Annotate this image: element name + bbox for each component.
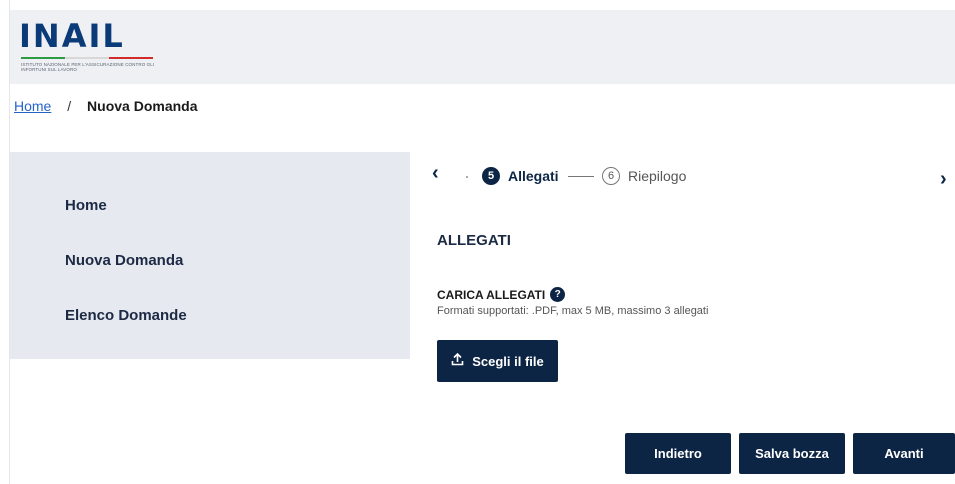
upload-label-text: CARICA ALLEGATI [437, 287, 546, 302]
logo-stripe-red [109, 57, 153, 59]
sidebar-item-elenco-domande[interactable]: Elenco Domande [65, 307, 187, 324]
inail-logo[interactable]: INAIL ISTITUTO NAZIONALE PER L'ASSICURAZ… [19, 18, 159, 78]
logo-stripe-green [21, 57, 65, 59]
stepper: ‹ 5 Allegati 6 Riepilogo › [430, 162, 955, 192]
breadcrumb: Home / Nuova Domanda [14, 98, 198, 114]
step-label: Allegati [508, 168, 559, 184]
choose-file-button[interactable]: Scegli il file [437, 340, 558, 382]
step-number: 5 [482, 167, 500, 185]
help-icon[interactable]: ? [550, 287, 566, 302]
breadcrumb-separator: / [67, 98, 72, 114]
step-allegati[interactable]: 5 Allegati [482, 165, 559, 187]
step-label: Riepilogo [628, 168, 687, 184]
choose-file-label: Scegli il file [472, 353, 544, 369]
logo-subtitle: ISTITUTO NAZIONALE PER L'ASSICURAZIONE C… [21, 62, 155, 72]
step-number: 6 [602, 167, 620, 185]
sidebar-item-home[interactable]: Home [65, 197, 107, 214]
logo-wordmark: INAIL [19, 17, 125, 55]
breadcrumb-current: Nuova Domanda [87, 98, 198, 114]
logo-stripe-white [65, 57, 109, 59]
site-header: INAIL ISTITUTO NAZIONALE PER L'ASSICURAZ… [10, 10, 955, 84]
chevron-left-icon[interactable]: ‹ [432, 162, 439, 185]
step-riepilogo[interactable]: 6 Riepilogo [602, 165, 686, 187]
upload-icon [451, 352, 464, 369]
back-button[interactable]: Indietro [625, 433, 731, 474]
sidebar-item-nuova-domanda[interactable]: Nuova Domanda [65, 252, 183, 269]
page-edge [0, 0, 10, 484]
upload-label: CARICA ALLEGATI ? [437, 287, 566, 302]
sidebar: Home Nuova Domanda Elenco Domande [10, 152, 410, 359]
step-connector [568, 176, 594, 177]
next-button[interactable]: Avanti [853, 433, 955, 474]
breadcrumb-home-link[interactable]: Home [14, 98, 51, 114]
save-draft-button[interactable]: Salva bozza [739, 433, 845, 474]
section-title: ALLEGATI [437, 232, 511, 249]
step-dot [466, 176, 468, 178]
chevron-right-icon[interactable]: › [940, 168, 947, 191]
upload-hint: Formati supportati: .PDF, max 5 MB, mass… [437, 305, 709, 317]
